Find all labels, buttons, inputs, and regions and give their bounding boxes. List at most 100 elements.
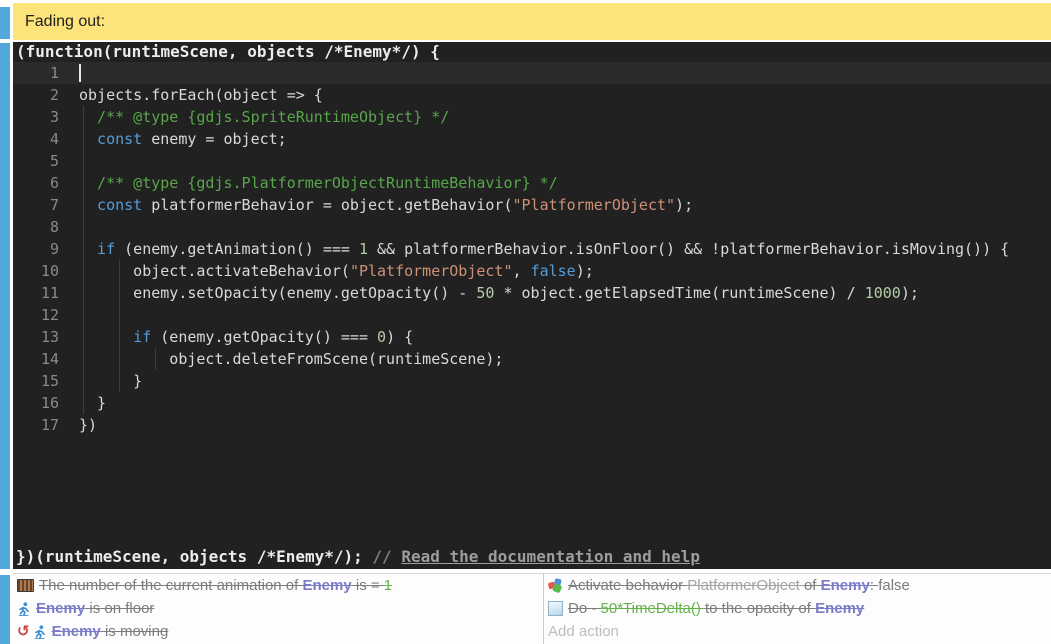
condition-text-segment: Enemy [302, 574, 351, 597]
indent-guide [83, 238, 84, 260]
code-footer-comment-slashes: // [372, 547, 401, 566]
indent-guide [119, 260, 120, 282]
indent-guide [119, 348, 120, 370]
condition-text-segment: is moving [101, 620, 169, 643]
code-token-plain: enemy = object; [142, 130, 287, 148]
indent-guide [83, 128, 84, 150]
code-lines[interactable]: 12objects.forEach(object => {3 /** @type… [13, 62, 1051, 436]
code-token-plain: ); [576, 262, 594, 280]
condition-text-segment: Enemy [36, 597, 85, 620]
code-line-7: 7 const platformerBehavior = object.getB… [13, 194, 1051, 216]
line-number: 8 [13, 216, 59, 238]
code-token-plain: * object.getElapsedTime(runtimeScene) / [494, 284, 864, 302]
line-number: 3 [13, 106, 59, 128]
action-row-opacity[interactable]: Do - 50*TimeDelta() to the opacity of En… [544, 597, 1051, 620]
conditions-column: The number of the current animation of E… [13, 574, 542, 644]
gdevelop-event-sheet: Fading out: (function(runtimeScene, obje… [0, 0, 1051, 644]
event-indent-strip-bottom [0, 575, 10, 644]
indent-guide [119, 370, 120, 392]
code-token-plain: } [79, 372, 142, 390]
text-cursor [79, 64, 81, 82]
line-number: 4 [13, 128, 59, 150]
condition-text-segment: is [352, 574, 371, 597]
condition-row-animation[interactable]: The number of the current animation of E… [13, 574, 542, 597]
indent-guide [83, 370, 84, 392]
code-token-plain: enemy.setOpacity(enemy.getOpacity() - [79, 284, 476, 302]
condition-row-is-moving[interactable]: ↺ Enemy is moving [13, 620, 542, 643]
code-line-11: 11 enemy.setOpacity(enemy.getOpacity() -… [13, 282, 1051, 304]
indent-guide [83, 282, 84, 304]
code-token-plain [79, 328, 133, 346]
code-line-14: 14 object.deleteFromScene(runtimeScene); [13, 348, 1051, 370]
action-text-segment: false [878, 574, 910, 597]
add-action-link[interactable]: Add action [544, 620, 1051, 643]
action-row-activate-behavior[interactable]: Activate behavior PlatformerObject of En… [544, 574, 1051, 597]
action-text-segment: 50*TimeDelta() [601, 597, 705, 620]
animation-icon [17, 579, 34, 592]
line-number: 2 [13, 84, 59, 106]
event-indent-strip-middle [0, 43, 10, 569]
action-text-segment: Add action [548, 620, 619, 643]
indent-guide [83, 216, 84, 238]
code-token-number: 1 [359, 240, 368, 258]
code-token-plain: objects.forEach(object => { [79, 86, 323, 104]
documentation-link[interactable]: Read the documentation and help [401, 547, 700, 566]
condition-text-segment: = [371, 574, 384, 597]
condition-row-on-floor[interactable]: Enemy is on floor [13, 597, 542, 620]
code-token-string: "PlatformerObject" [350, 262, 513, 280]
platformer-runner-icon [17, 602, 31, 616]
code-token-keyword: const [79, 130, 142, 148]
code-line-1: 1 [13, 62, 1051, 84]
line-number: 11 [13, 282, 59, 304]
code-line-13: 13 if (enemy.getOpacity() === 0) { [13, 326, 1051, 348]
comment-event-banner[interactable]: Fading out: [13, 3, 1051, 40]
action-text-segment: Do [568, 597, 591, 620]
disabled-event-block: The number of the current animation of E… [13, 573, 1051, 644]
indent-guide [119, 282, 120, 304]
code-line-10: 10 object.activateBehavior("PlatformerOb… [13, 260, 1051, 282]
invert-condition-icon: ↺ [17, 625, 30, 639]
code-token-plain: && platformerBehavior.isOnFloor() && !pl… [368, 240, 1009, 258]
code-wrapper-footer: })(runtimeScene, objects /*Enemy*/); // … [16, 547, 700, 566]
indent-guide [83, 150, 84, 172]
action-text-segment: PlatformerObject [687, 574, 804, 597]
indent-guide [83, 348, 84, 370]
code-line-8: 8 [13, 216, 1051, 238]
code-line-5: 5 [13, 150, 1051, 172]
condition-text-segment: Enemy [52, 620, 101, 643]
indent-guide [83, 260, 84, 282]
platformer-runner-icon [33, 625, 47, 639]
code-token-keyword: if [79, 240, 115, 258]
line-number: 15 [13, 370, 59, 392]
indent-guide [83, 326, 84, 348]
code-wrapper-header: (function(runtimeScene, objects /*Enemy*… [13, 42, 1051, 62]
code-token-string: "PlatformerObject" [512, 196, 675, 214]
line-number: 14 [13, 348, 59, 370]
line-number: 12 [13, 304, 59, 326]
indent-guide [83, 194, 84, 216]
code-token-comment: /** @type {gdjs.PlatformerObjectRuntimeB… [79, 174, 558, 192]
line-number: 7 [13, 194, 59, 216]
indent-guide [83, 392, 84, 414]
code-line-9: 9 if (enemy.getAnimation() === 1 && plat… [13, 238, 1051, 260]
js-code-event-editor[interactable]: (function(runtimeScene, objects /*Enemy*… [13, 42, 1051, 569]
indent-guide [83, 304, 84, 326]
action-text-segment: to the opacity of [705, 597, 815, 620]
code-token-comment: /** @type {gdjs.SpriteRuntimeObject} */ [79, 108, 449, 126]
code-token-keyword: false [531, 262, 576, 280]
actions-column: Activate behavior PlatformerObject of En… [543, 574, 1051, 644]
code-line-3: 3 /** @type {gdjs.SpriteRuntimeObject} *… [13, 106, 1051, 128]
code-token-plain: ) { [386, 328, 413, 346]
code-token-number: 50 [476, 284, 494, 302]
indent-guide [119, 326, 120, 348]
condition-text-segment: is on floor [85, 597, 154, 620]
line-number: 1 [13, 62, 59, 84]
action-text-segment: Activate behavior [568, 574, 687, 597]
line-number: 6 [13, 172, 59, 194]
line-number: 16 [13, 392, 59, 414]
action-text-segment: Enemy [821, 574, 870, 597]
action-text-segment: Enemy [815, 597, 864, 620]
code-line-6: 6 /** @type {gdjs.PlatformerObjectRuntim… [13, 172, 1051, 194]
code-token-keyword: const [79, 196, 142, 214]
code-token-plain: (enemy.getOpacity() === [151, 328, 377, 346]
